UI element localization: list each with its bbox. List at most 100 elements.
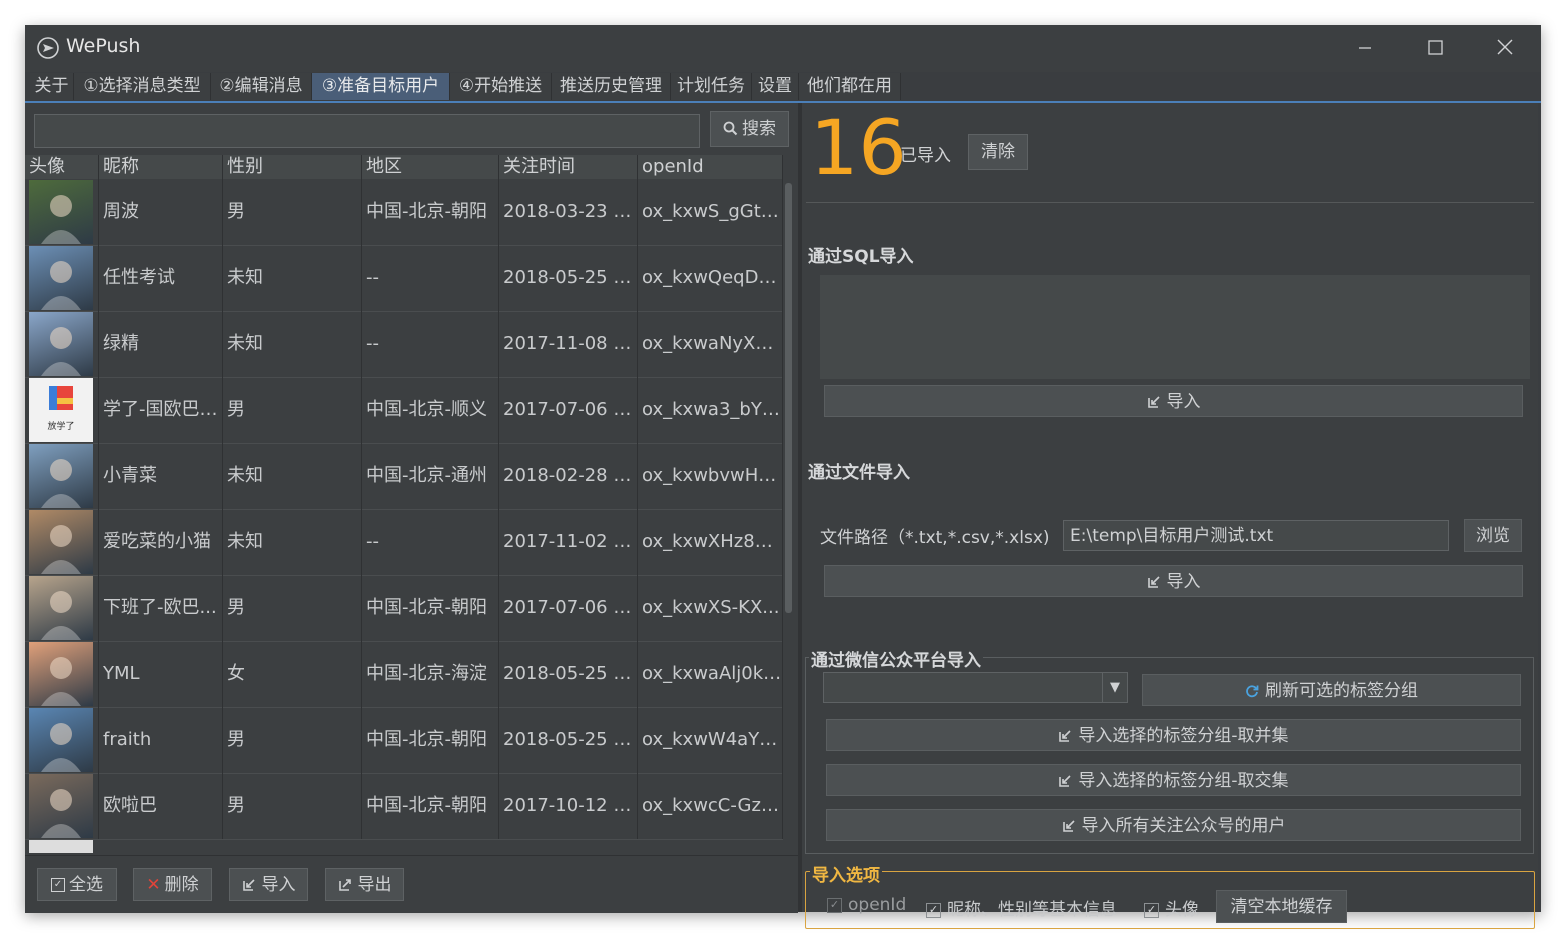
- checkbox-icon: ✓: [1144, 902, 1159, 918]
- maximize-icon: [1428, 40, 1443, 55]
- import-icon: [1059, 775, 1071, 787]
- app-logo-icon: [37, 37, 59, 59]
- maximize-button[interactable]: [1415, 33, 1455, 63]
- cell-gender: 女: [223, 641, 362, 707]
- table-row[interactable]: 任性考试 未知 -- 2018-05-25 1... ox_kxwQeqDz...: [25, 245, 783, 312]
- close-button[interactable]: [1485, 33, 1525, 63]
- col-region[interactable]: 地区: [362, 155, 499, 179]
- tab-select-message-type[interactable]: ①选择消息类型: [74, 73, 211, 100]
- import-intersect-button[interactable]: 导入选择的标签分组-取交集: [826, 764, 1521, 796]
- cell-region: 中国-北京-朝阳: [362, 773, 499, 839]
- imported-count: 16: [810, 103, 907, 192]
- cell-avatar: [25, 707, 99, 773]
- cell-gender: 男: [223, 773, 362, 839]
- refresh-tags-button[interactable]: 刷新可选的标签分组: [1142, 674, 1521, 706]
- col-nickname[interactable]: 昵称: [99, 155, 223, 179]
- cell-gender: 未知: [223, 509, 362, 575]
- sql-input[interactable]: [820, 275, 1530, 379]
- tab-edit-message[interactable]: ②编辑消息: [211, 73, 312, 100]
- cell-openid: ox_kxwXS-KX...: [638, 575, 783, 641]
- search-button[interactable]: 搜索: [710, 111, 789, 147]
- minimize-button[interactable]: [1345, 33, 1385, 63]
- tab-push-history[interactable]: 推送历史管理: [552, 73, 671, 100]
- table-row[interactable]: 欧啦巴男中国-北京-朝阳 2017-10-12 1... ox_kxwcC-GzC.…: [25, 773, 783, 840]
- cell-follow-time: 2017-07-06 1...: [499, 377, 638, 443]
- scrollbar-thumb[interactable]: [785, 183, 792, 613]
- import-all-label: 导入所有关注公众号的用户: [1081, 816, 1286, 836]
- table-row[interactable]: 绿精 未知 -- 2017-11-08 1... ox_kxwaNyXg...: [25, 311, 783, 378]
- sql-import-button[interactable]: 导入: [824, 385, 1523, 417]
- table-row[interactable]: 小青菜 未知 中国-北京-通州 2018-02-28 1... ox_kxwbvwHk.…: [25, 443, 783, 510]
- cell-avatar: [25, 641, 99, 707]
- cell-follow-time: 2018-05-25 1...: [499, 641, 638, 707]
- title-bar[interactable]: WePush: [25, 25, 1541, 72]
- tab-prepare-users[interactable]: ③准备目标用户: [312, 73, 450, 100]
- cell-gender: 未知: [223, 245, 362, 311]
- select-all-button[interactable]: ✓ 全选: [37, 868, 117, 901]
- delete-button[interactable]: ✕ 删除: [133, 868, 212, 901]
- import-button[interactable]: 导入: [229, 868, 308, 901]
- checkbox-icon: ✓: [827, 897, 842, 913]
- dropdown-arrow-icon[interactable]: ▼: [1102, 673, 1127, 702]
- openid-checkbox-label: openId: [848, 895, 907, 915]
- refresh-icon: [1246, 685, 1259, 698]
- user-list-panel: 搜索 头像 昵称 性别 地区 关注时间 openId 周波男中国-北京-朝阳 20…: [25, 103, 798, 913]
- import-all-button[interactable]: 导入所有关注公众号的用户: [826, 809, 1521, 841]
- divider: [806, 202, 1534, 203]
- cell-avatar: [25, 179, 99, 245]
- avatar-checkbox-label: 头像: [1165, 900, 1199, 920]
- table-row[interactable]: 周波男中国-北京-朝阳 2018-03-23 1... ox_kxwS_gGt6..…: [25, 179, 783, 246]
- col-avatar[interactable]: 头像: [25, 155, 99, 179]
- file-import-button[interactable]: 导入: [824, 565, 1523, 597]
- table-row[interactable]: 放学了 学了-国欧巴-... 男中国-北京-顺义 2017-07-06 1... ox_…: [25, 377, 783, 444]
- tab-start-push[interactable]: ④开始推送: [450, 73, 552, 100]
- file-import-label: 导入: [1166, 572, 1201, 592]
- table-row[interactable]: [25, 839, 783, 853]
- cell-gender: 男: [223, 575, 362, 641]
- file-path-input[interactable]: E:\temp\目标用户测试.txt: [1063, 520, 1449, 551]
- table-row[interactable]: YML 女中国-北京-海淀 2018-05-25 1... ox_kxwaAlj0kl…: [25, 641, 783, 708]
- delete-label: 删除: [164, 875, 199, 895]
- export-button[interactable]: 导出: [325, 868, 404, 901]
- col-follow-time[interactable]: 关注时间: [499, 155, 638, 179]
- tab-they-use[interactable]: 他们都在用: [799, 73, 901, 100]
- browse-button[interactable]: 浏览: [1464, 519, 1522, 552]
- import-union-button[interactable]: 导入选择的标签分组-取并集: [826, 719, 1521, 751]
- cell-region: 中国-北京-海淀: [362, 641, 499, 707]
- search-input[interactable]: [34, 114, 700, 148]
- cell-nickname: 爱吃菜的小猫: [99, 509, 223, 575]
- refresh-tags-label: 刷新可选的标签分组: [1265, 681, 1418, 701]
- cell-follow-time: 2017-07-06 1...: [499, 575, 638, 641]
- cell-avatar: [25, 509, 99, 575]
- tab-scheduled-tasks[interactable]: 计划任务: [671, 73, 752, 100]
- avatar-checkbox[interactable]: ✓ 头像: [1144, 895, 1199, 920]
- tab-about[interactable]: 关于: [30, 73, 74, 100]
- basic-info-checkbox-label: 昵称、性别等基本信息: [947, 900, 1117, 920]
- table-scrollbar[interactable]: [783, 155, 795, 853]
- cell-nickname: 欧啦巴: [99, 773, 223, 839]
- checkbox-icon: ✓: [926, 902, 941, 918]
- import-options-title: 导入选项: [810, 861, 882, 886]
- cell-region: 中国-北京-朝阳: [362, 707, 499, 773]
- minimize-icon: [1359, 47, 1371, 49]
- tab-settings[interactable]: 设置: [752, 73, 799, 100]
- search-icon: [723, 121, 738, 136]
- cell-nickname: 周波: [99, 179, 223, 245]
- col-openid[interactable]: openId: [638, 155, 783, 179]
- tag-group-select[interactable]: ▼: [823, 672, 1128, 703]
- cell-avatar: [25, 443, 99, 509]
- table-row[interactable]: fraith 男中国-北京-朝阳 2018-05-25 1... ox_kxwW4aY…: [25, 707, 783, 774]
- clear-button[interactable]: 清除: [968, 134, 1028, 170]
- basic-info-checkbox[interactable]: ✓ 昵称、性别等基本信息: [926, 895, 1117, 920]
- cell-openid: ox_kxwcC-GzC...: [638, 773, 783, 839]
- cell-region: 中国-北京-朝阳: [362, 575, 499, 641]
- clear-cache-button[interactable]: 清空本地缓存: [1216, 890, 1347, 923]
- import-icon: [1062, 820, 1075, 832]
- openid-checkbox[interactable]: ✓ openId: [827, 895, 906, 915]
- cell-region: 中国-北京-顺义: [362, 377, 499, 443]
- col-gender[interactable]: 性别: [223, 155, 362, 179]
- table-row[interactable]: 爱吃菜的小猫 未知 -- 2017-11-02 1... ox_kxwXHz88...: [25, 509, 783, 576]
- cell-avatar: [25, 773, 99, 839]
- import-icon: [1147, 576, 1160, 588]
- table-row[interactable]: 下班了-欧巴... 男中国-北京-朝阳 2017-07-06 1... ox_kxwX…: [25, 575, 783, 642]
